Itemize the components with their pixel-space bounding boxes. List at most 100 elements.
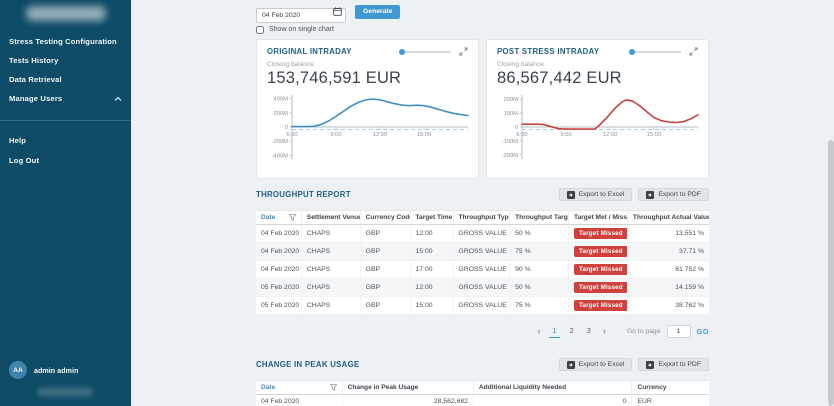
svg-text:15:00: 15:00 (647, 132, 662, 138)
scrollbar-thumb[interactable] (828, 140, 834, 406)
table-cell: GBP (360, 297, 410, 315)
table-header-row: Date Settlement Venue Currency Code Targ… (256, 211, 709, 225)
export-pdf-label: Export to PDF (658, 361, 701, 368)
date-column-header[interactable]: Date (261, 214, 275, 221)
zoom-slider[interactable] (399, 49, 451, 55)
generate-button[interactable]: Generate (355, 5, 400, 19)
svg-text:-200M: -200M (272, 139, 289, 145)
pagination: ‹ 123 › Go to page GO (256, 325, 709, 338)
closing-balance-value: 86,567,442 EUR (497, 69, 698, 88)
table-cell: 15:00 (410, 243, 453, 261)
table-cell: 04 Feb 2020 (256, 225, 301, 243)
export-to-excel-button[interactable]: Export to Excel (559, 188, 633, 201)
page-number-1[interactable]: 1 (549, 325, 559, 338)
column-header: Throughput Target (510, 211, 569, 225)
peak-usage-table: Date Change in Peak Usage Additional Liq… (256, 380, 709, 406)
column-header: Change in Peak Usage (342, 381, 473, 395)
svg-text:6:00: 6:00 (286, 132, 297, 138)
sidebar-item-label: Log Out (9, 156, 39, 165)
post-stress-intraday-card: POST STRESS INTRADAY Closing balance 86,… (486, 39, 709, 179)
table-cell: 75 % (510, 243, 569, 261)
svg-text:-200M: -200M (502, 153, 519, 159)
user-profile[interactable]: AA admin admin (0, 361, 131, 379)
card-title: ORIGINAL INTRADAY (267, 47, 352, 56)
table-row: 04 Feb 2020CHAPSGBP15:00GROSS VALUE75 %T… (256, 243, 709, 261)
sidebar-item-log-out[interactable]: Log Out (0, 151, 131, 170)
table-cell: GROSS VALUE (453, 261, 510, 279)
table-row: 04 Feb 202028,562,6820EUR (256, 395, 709, 406)
table-cell: 05 Feb 2020 (256, 279, 301, 297)
date-column-header[interactable]: Date (261, 384, 275, 391)
export-excel-label: Export to Excel (579, 191, 625, 198)
svg-text:400M: 400M (273, 97, 288, 103)
page-number-2[interactable]: 2 (567, 325, 577, 338)
date-field (256, 4, 346, 19)
calendar-icon[interactable] (333, 7, 342, 16)
column-header: Throughput Actual Value (627, 211, 709, 225)
svg-text:9:00: 9:00 (560, 132, 571, 138)
go-to-page-input[interactable] (667, 325, 691, 338)
table-row: 04 Feb 2020CHAPSGBP12:00GROSS VALUE50 %T… (256, 225, 709, 243)
sidebar-item-label: Tests History (9, 56, 59, 65)
sidebar-nav: Stress Testing Configuration Tests Histo… (0, 32, 131, 108)
sidebar: Stress Testing Configuration Tests Histo… (0, 0, 131, 406)
export-to-pdf-button[interactable]: Export to PDF (638, 358, 709, 371)
export-to-pdf-button[interactable]: Export to PDF (638, 188, 709, 201)
table-cell: GROSS VALUE (453, 225, 510, 243)
next-page-icon[interactable]: › (601, 327, 608, 336)
table-cell: 15:00 (410, 297, 453, 315)
status-badge: Target Missed (574, 264, 627, 275)
single-chart-option: Show on single chart (256, 25, 709, 34)
sidebar-item-stress-testing-configuration[interactable]: Stress Testing Configuration (0, 32, 131, 51)
export-icon (567, 361, 575, 369)
sidebar-item-manage-users[interactable]: Manage Users (0, 89, 131, 108)
section-title: CHANGE IN PEAK USAGE (256, 360, 359, 369)
svg-text:6:00: 6:00 (516, 132, 527, 138)
table-cell: 05 Feb 2020 (256, 297, 301, 315)
sidebar-item-help[interactable]: Help (0, 131, 131, 150)
chevron-up-icon (114, 96, 122, 102)
svg-text:12:00: 12:00 (603, 132, 618, 138)
table-cell: CHAPS (301, 297, 360, 315)
previous-page-icon[interactable]: ‹ (535, 327, 542, 336)
svg-text:15:00: 15:00 (417, 132, 432, 138)
table-cell: 61.752 % (627, 261, 709, 279)
sidebar-item-data-retrieval[interactable]: Data Retrieval (0, 70, 131, 89)
chart-cards: ORIGINAL INTRADAY Closing balance 153,74… (256, 39, 709, 179)
topbar: Generate (256, 4, 709, 19)
table-cell: Target Missed (569, 297, 628, 315)
column-header: Additional Liquidity Needed (473, 381, 632, 395)
app-logo (26, 6, 106, 21)
expand-icon[interactable] (459, 47, 468, 56)
table-cell: Target Missed (569, 243, 628, 261)
column-header: Target Time (410, 211, 453, 225)
sidebar-item-label: Manage Users (9, 94, 62, 103)
expand-icon[interactable] (689, 47, 698, 56)
table-cell: 04 Feb 2020 (256, 395, 342, 406)
slider-knob[interactable] (399, 49, 405, 55)
table-cell: GROSS VALUE (453, 297, 510, 315)
table-cell: 13.551 % (627, 225, 709, 243)
sidebar-item-label: Data Retrieval (9, 75, 62, 84)
slider-knob[interactable] (629, 49, 635, 55)
table-cell: GBP (360, 243, 410, 261)
user-profile-block: AA admin admin (0, 361, 131, 396)
single-chart-checkbox[interactable] (256, 26, 264, 34)
table-cell: GBP (360, 279, 410, 297)
table-cell: GBP (360, 261, 410, 279)
export-to-excel-button[interactable]: Export to Excel (559, 358, 633, 371)
sidebar-item-tests-history[interactable]: Tests History (0, 51, 131, 70)
table-cell: GBP (360, 225, 410, 243)
filter-icon[interactable] (330, 384, 337, 391)
original-intraday-card: ORIGINAL INTRADAY Closing balance 153,74… (256, 39, 479, 179)
svg-text:200M: 200M (503, 97, 518, 103)
page-number-3[interactable]: 3 (584, 325, 594, 338)
export-icon (646, 361, 654, 369)
filter-icon[interactable] (289, 214, 296, 221)
zoom-slider[interactable] (629, 49, 681, 55)
table-cell: 04 Feb 2020 (256, 261, 301, 279)
table-cell: Target Missed (569, 261, 628, 279)
table-cell: GROSS VALUE (453, 279, 510, 297)
table-cell: 50 % (510, 225, 569, 243)
go-button[interactable]: GO (697, 327, 710, 336)
